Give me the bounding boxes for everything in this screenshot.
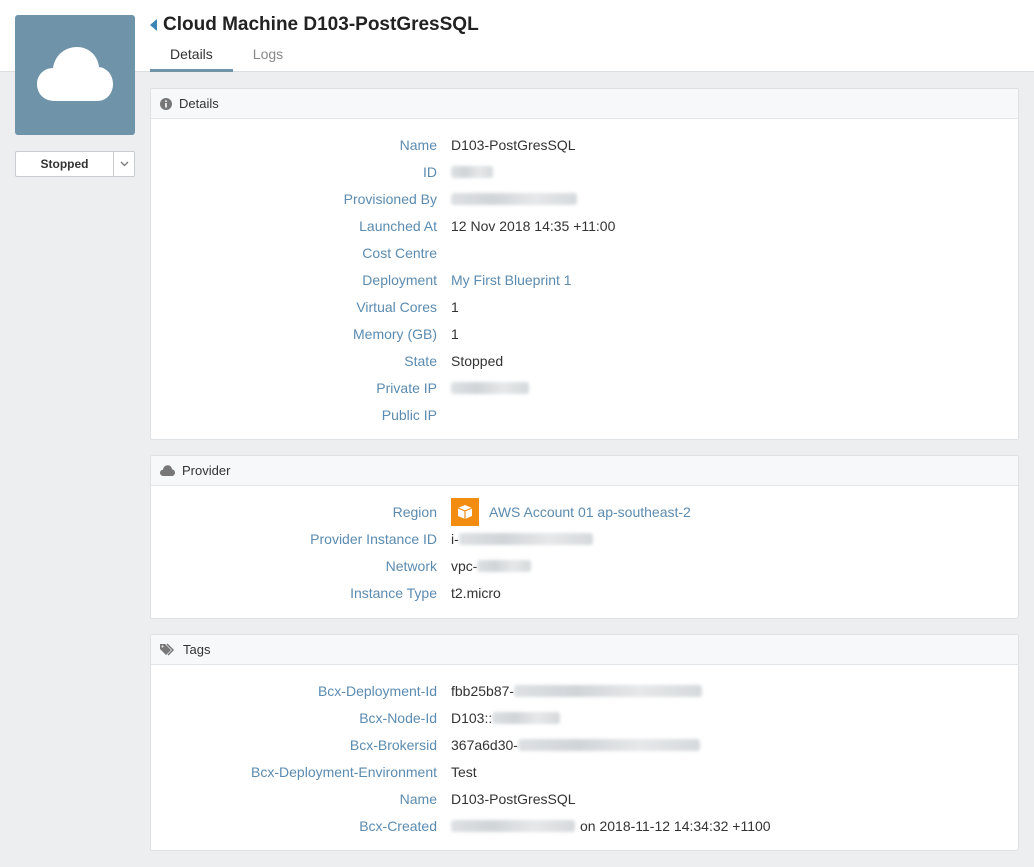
cloud-icon	[160, 465, 175, 476]
detail-label: State	[404, 352, 437, 369]
provider-panel: Provider Region AWS Account 01 ap-southe…	[150, 455, 1019, 619]
detail-row-virtual-cores: Virtual Cores 1	[151, 293, 1018, 320]
provider-panel-title: Provider	[182, 463, 231, 478]
detail-row-private-ip: Private IP	[151, 374, 1018, 401]
detail-value: 1	[451, 325, 459, 342]
tag-row-name: Name D103-PostGresSQL	[151, 785, 1018, 812]
chevron-down-icon[interactable]	[113, 152, 134, 176]
provider-value: i-	[451, 531, 593, 547]
detail-row-memory: Memory (GB) 1	[151, 320, 1018, 347]
page-title-text: Cloud Machine D103-PostGresSQL	[163, 14, 479, 35]
detail-label: ID	[423, 163, 437, 180]
tag-row-deployment-environment: Bcx-Deployment-Environment Test	[151, 758, 1018, 785]
detail-row-deployment: Deployment My First Blueprint 1	[151, 266, 1018, 293]
tags-rows: Bcx-Deployment-Id fbb25b87- Bcx-Node-Id …	[151, 665, 1018, 839]
tags-panel-header: Tags	[151, 635, 1018, 665]
provider-value-prefix: i-	[451, 530, 459, 547]
detail-value-redacted	[451, 192, 577, 205]
tag-row-deployment-id: Bcx-Deployment-Id fbb25b87-	[151, 677, 1018, 704]
details-panel: Details Name D103-PostGresSQL ID Provisi…	[150, 88, 1019, 440]
provider-label: Region	[392, 503, 437, 520]
info-icon	[160, 97, 172, 110]
page-title: Cloud Machine D103-PostGresSQL	[150, 14, 479, 36]
provider-value-prefix: vpc-	[451, 557, 478, 574]
detail-label: Public IP	[381, 406, 437, 423]
region-link-text[interactable]: AWS Account 01 ap-southeast-2	[489, 504, 691, 520]
detail-label: Provisioned By	[343, 190, 437, 207]
tab-details[interactable]: Details	[150, 42, 233, 72]
tags-icon	[160, 643, 176, 656]
tag-label: Bcx-Brokersid	[349, 736, 437, 753]
provider-value: vpc-	[451, 557, 532, 574]
machine-thumbnail	[15, 15, 135, 135]
tag-label: Bcx-Node-Id	[359, 709, 437, 726]
tag-value-prefix: D103::	[451, 709, 493, 726]
detail-value: Stopped	[451, 352, 504, 369]
tag-label: Name	[399, 790, 437, 807]
tag-value: Test	[451, 763, 477, 780]
provider-panel-header: Provider	[151, 456, 1018, 486]
detail-label: Private IP	[376, 379, 437, 396]
tag-value-suffix: on 2018-11-12 14:34:32 +1100	[580, 817, 771, 834]
tag-value: D103-PostGresSQL	[451, 790, 576, 807]
tab-logs[interactable]: Logs	[233, 42, 303, 72]
details-panel-header: Details	[151, 89, 1018, 119]
detail-row-cost-centre: Cost Centre	[151, 239, 1018, 266]
deployment-link[interactable]: My First Blueprint 1	[451, 272, 572, 288]
tab-bar: Details Logs	[150, 42, 303, 72]
provider-label: Instance Type	[350, 584, 437, 601]
provider-row-region: Region AWS Account 01 ap-southeast-2	[151, 497, 1018, 526]
tag-value-prefix: fbb25b87-	[451, 682, 515, 699]
tag-label: Bcx-Deployment-Environment	[251, 763, 437, 780]
detail-label: Launched At	[359, 217, 437, 234]
detail-row-public-ip: Public IP	[151, 401, 1018, 428]
aws-box-icon	[451, 497, 479, 526]
detail-row-name: Name D103-PostGresSQL	[151, 131, 1018, 158]
detail-row-state: State Stopped	[151, 347, 1018, 374]
detail-label: Memory (GB)	[353, 325, 437, 342]
state-dropdown[interactable]: Stopped	[15, 151, 135, 177]
tag-value: fbb25b87-	[451, 682, 703, 699]
detail-label: Deployment	[362, 271, 437, 288]
tag-value-prefix: 367a6d30-	[451, 736, 518, 753]
detail-row-id: ID	[151, 158, 1018, 185]
detail-value: D103-PostGresSQL	[451, 136, 576, 153]
tag-value: 367a6d30-	[451, 737, 700, 753]
provider-label: Network	[385, 557, 437, 574]
tag-row-created: Bcx-Created on 2018-11-12 14:34:32 +1100	[151, 812, 1018, 839]
tag-label: Bcx-Deployment-Id	[317, 682, 437, 699]
detail-value-redacted	[451, 165, 493, 178]
detail-row-provisioned-by: Provisioned By	[151, 185, 1018, 212]
tag-row-node-id: Bcx-Node-Id D103::	[151, 704, 1018, 731]
details-panel-title: Details	[179, 96, 219, 111]
provider-row-instance-type: Instance Type t2.micro	[151, 579, 1018, 606]
details-rows: Name D103-PostGresSQL ID Provisioned By …	[151, 119, 1018, 428]
back-arrow-icon[interactable]	[150, 19, 157, 31]
provider-label: Provider Instance ID	[310, 530, 437, 547]
detail-value: 1	[451, 298, 459, 315]
tag-label: Bcx-Created	[359, 817, 437, 834]
tag-value: on 2018-11-12 14:34:32 +1100	[451, 818, 771, 834]
detail-label: Virtual Cores	[356, 298, 437, 315]
provider-rows: Region AWS Account 01 ap-southeast-2 Pro…	[151, 486, 1018, 606]
tag-value: D103::	[451, 709, 561, 726]
tags-panel: Tags Bcx-Deployment-Id fbb25b87- Bcx-Nod…	[150, 634, 1019, 851]
detail-label: Name	[399, 136, 437, 153]
detail-label: Cost Centre	[362, 244, 437, 261]
state-label[interactable]: Stopped	[16, 152, 113, 176]
tag-row-brokersid: Bcx-Brokersid 367a6d30-	[151, 731, 1018, 758]
region-link[interactable]: AWS Account 01 ap-southeast-2	[451, 497, 691, 526]
detail-row-launched-at: Launched At 12 Nov 2018 14:35 +11:00	[151, 212, 1018, 239]
tags-panel-title: Tags	[183, 642, 211, 657]
cloud-icon	[37, 47, 113, 101]
detail-value: 12 Nov 2018 14:35 +11:00	[451, 217, 616, 234]
provider-value: t2.micro	[451, 584, 501, 601]
detail-value-redacted	[451, 381, 529, 394]
provider-row-network: Network vpc-	[151, 552, 1018, 579]
provider-row-instance-id: Provider Instance ID i-	[151, 525, 1018, 552]
